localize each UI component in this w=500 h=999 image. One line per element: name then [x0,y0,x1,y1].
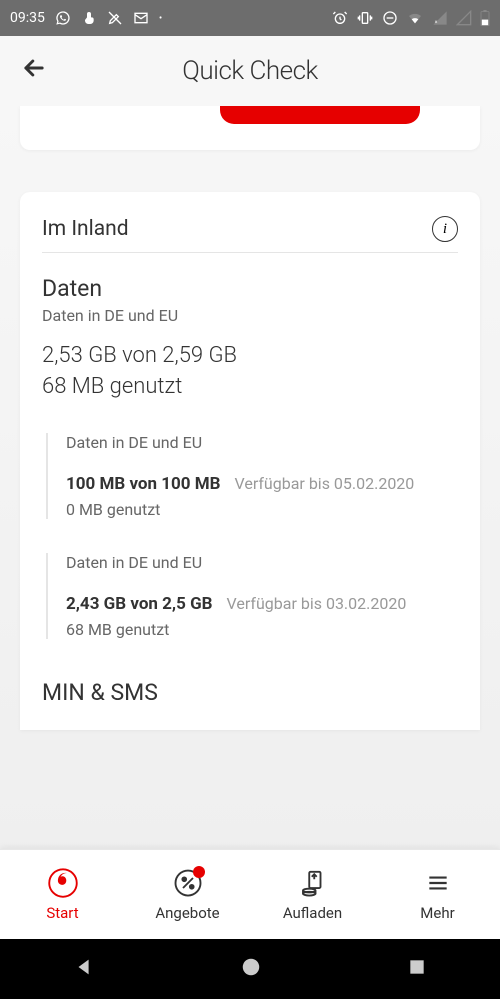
alarm-icon [332,10,348,26]
bucket-scope: Daten in DE und EU [66,553,458,572]
nav-label: Aufladen [283,904,342,922]
bucket-scope: Daten in DE und EU [66,433,458,452]
nav-label: Angebote [155,904,219,922]
data-scope: Daten in DE und EU [42,306,458,325]
data-title: Daten [42,275,458,302]
sys-recent[interactable] [407,957,427,981]
bucket-expiry: Verfügbar bis 03.02.2020 [227,594,407,613]
nav-angebote[interactable]: Angebote [125,850,250,939]
signal-icon: × [432,10,448,26]
data-bucket: Daten in DE und EU 100 MB von 100 MB Ver… [46,433,458,519]
nav-label: Mehr [420,904,454,922]
bucket-remaining: 2,43 GB von 2,5 GB [66,594,213,614]
nav-start[interactable]: Start [0,850,125,939]
bucket-used: 68 MB genutzt [66,620,458,639]
dnd-icon [382,10,398,26]
data-summary-remaining: 2,53 GB von 2,59 GB [42,343,458,368]
vibrate-icon [356,10,374,26]
pencil-off-icon [107,10,123,26]
battery-icon [480,10,490,26]
back-button[interactable] [20,54,48,89]
svg-text:×: × [435,19,438,25]
percent-icon [173,868,203,898]
inland-card: Im Inland i Daten Daten in DE und EU 2,5… [20,192,480,730]
data-summary-used: 68 MB genutzt [42,374,458,399]
bucket-used: 0 MB genutzt [66,500,458,519]
data-bucket: Daten in DE und EU 2,43 GB von 2,5 GB Ve… [46,553,458,639]
data-section: Daten Daten in DE und EU 2,53 GB von 2,5… [42,275,458,706]
status-bar: 09:35 • × [0,0,500,36]
previous-card-fragment [20,106,480,150]
status-time: 09:35 [10,10,45,26]
vodafone-icon [48,868,78,898]
nav-mehr[interactable]: Mehr [375,850,500,939]
nav-label: Start [46,904,78,922]
content-area: Im Inland i Daten Daten in DE und EU 2,5… [0,106,500,849]
system-nav [0,939,500,999]
cta-button-fragment[interactable] [220,106,420,124]
bucket-expiry: Verfügbar bis 05.02.2020 [235,474,415,493]
wifi-icon [406,10,424,26]
sys-back[interactable] [73,956,95,982]
minsms-title: MIN & SMS [42,679,458,706]
card-title: Im Inland [42,217,129,241]
nav-aufladen[interactable]: Aufladen [250,850,375,939]
bucket-remaining: 100 MB von 100 MB [66,474,221,494]
whatsapp-icon [55,10,71,26]
bottom-nav: Start Angebote Aufladen Mehr [0,849,500,939]
app-header: Quick Check [0,36,500,106]
signal2-icon [456,10,472,26]
sys-home[interactable] [240,956,262,982]
info-button[interactable]: i [432,216,458,242]
topup-icon [298,868,328,898]
badge-dot [193,866,205,878]
mail-icon [133,10,149,26]
dot-icon: • [159,13,162,24]
page-title: Quick Check [48,56,452,86]
touch-icon [81,10,97,26]
menu-icon [423,868,453,898]
